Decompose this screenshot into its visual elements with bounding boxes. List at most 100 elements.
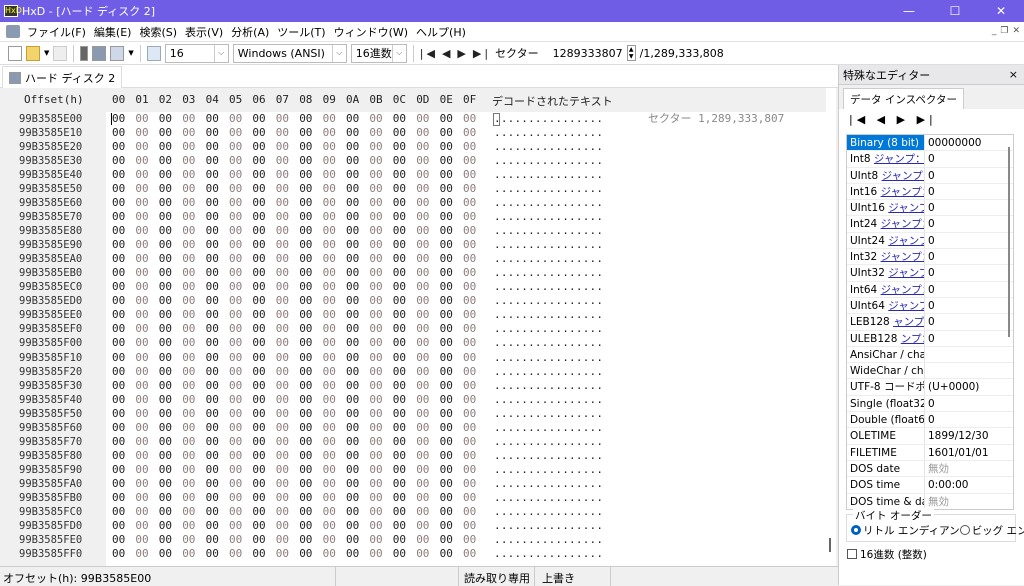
hex-byte[interactable]: 00 (112, 126, 125, 140)
hex-byte[interactable]: 00 (416, 505, 429, 519)
hex-byte[interactable]: 00 (206, 182, 219, 196)
decoded-text[interactable]: ................ (494, 294, 603, 308)
hex-byte[interactable]: 00 (393, 407, 406, 421)
bytes-per-row-select[interactable]: 16 ⌵ (164, 43, 229, 63)
hex-byte[interactable]: 00 (112, 421, 125, 435)
hex-byte[interactable]: 00 (252, 308, 265, 322)
hex-byte[interactable]: 00 (135, 112, 148, 126)
hex-byte[interactable]: 00 (393, 463, 406, 477)
hex-byte[interactable]: 00 (463, 505, 476, 519)
hex-byte[interactable]: 00 (299, 351, 312, 365)
hex-byte[interactable]: 00 (346, 491, 359, 505)
hex-byte[interactable]: 00 (346, 308, 359, 322)
hex-byte[interactable]: 00 (276, 351, 289, 365)
jump-link[interactable]: ャンプ： (893, 316, 924, 328)
hex-byte[interactable]: 00 (323, 365, 336, 379)
hex-byte[interactable]: 00 (299, 463, 312, 477)
hex-byte[interactable]: 00 (135, 322, 148, 336)
hex-byte[interactable]: 00 (229, 393, 242, 407)
hex-byte[interactable]: 00 (159, 336, 172, 350)
hex-byte[interactable]: 00 (463, 280, 476, 294)
hex-byte[interactable]: 00 (323, 308, 336, 322)
mdi-restore-icon[interactable]: ❐ (1000, 26, 1008, 36)
hex-byte[interactable]: 00 (135, 266, 148, 280)
hex-byte[interactable]: 00 (323, 477, 336, 491)
hex-byte[interactable]: 00 (393, 252, 406, 266)
inspector-row[interactable]: Single (float32) 0 (847, 395, 1013, 413)
hex-byte[interactable]: 00 (323, 491, 336, 505)
hex-byte[interactable]: 00 (416, 336, 429, 350)
hex-byte[interactable]: 00 (276, 168, 289, 182)
hex-byte[interactable]: 00 (276, 280, 289, 294)
hex-byte[interactable]: 00 (206, 126, 219, 140)
hex-byte[interactable]: 00 (206, 140, 219, 154)
hex-byte[interactable]: 00 (440, 238, 453, 252)
hex-byte[interactable]: 00 (440, 224, 453, 238)
inspector-value[interactable]: 1601/01/01 (925, 445, 1013, 460)
maximize-button[interactable]: ☐ (932, 0, 978, 22)
hex-byte[interactable]: 00 (299, 168, 312, 182)
hex-byte[interactable]: 00 (323, 421, 336, 435)
hex-byte[interactable]: 00 (229, 379, 242, 393)
hex-byte[interactable]: 00 (229, 533, 242, 547)
hex-byte[interactable]: 00 (346, 365, 359, 379)
inspector-value[interactable]: 0 (925, 314, 1013, 329)
hex-byte[interactable]: 00 (369, 196, 382, 210)
inspector-row[interactable]: DOS time 0:00:00 (847, 477, 1013, 494)
inspector-row[interactable]: Int32 ジャンプ：0 (847, 249, 1013, 266)
hex-byte[interactable]: 00 (276, 154, 289, 168)
hex-byte[interactable]: 00 (276, 505, 289, 519)
hex-byte[interactable]: 00 (206, 266, 219, 280)
hex-byte[interactable]: 00 (182, 168, 195, 182)
hex-byte[interactable]: 00 (252, 463, 265, 477)
hex-byte[interactable]: 00 (369, 491, 382, 505)
hex-byte[interactable]: 00 (369, 266, 382, 280)
decoded-text[interactable]: ................ (494, 168, 603, 182)
hex-byte[interactable]: 00 (159, 140, 172, 154)
hex-byte[interactable]: 00 (206, 365, 219, 379)
hex-byte[interactable]: 00 (299, 491, 312, 505)
hex-byte[interactable]: 00 (393, 435, 406, 449)
hex-byte[interactable]: 00 (416, 168, 429, 182)
hex-byte[interactable]: 00 (135, 435, 148, 449)
hex-byte[interactable]: 00 (416, 126, 429, 140)
hex-byte[interactable]: 00 (440, 112, 453, 126)
hex-byte[interactable]: 00 (112, 322, 125, 336)
hex-byte[interactable]: 00 (346, 196, 359, 210)
hex-byte[interactable]: 00 (135, 463, 148, 477)
hex-byte[interactable]: 00 (112, 308, 125, 322)
hex-byte[interactable]: 00 (369, 519, 382, 533)
inspector-row[interactable]: WideChar / cha (847, 363, 1013, 380)
hex-byte[interactable]: 00 (252, 168, 265, 182)
hex-byte[interactable]: 00 (393, 266, 406, 280)
hex-byte[interactable]: 00 (159, 112, 172, 126)
hex-byte[interactable]: 00 (112, 477, 125, 491)
hex-byte[interactable]: 00 (440, 252, 453, 266)
inspector-value[interactable]: 0 (925, 233, 1013, 248)
hex-byte[interactable]: 00 (416, 491, 429, 505)
hex-byte[interactable]: 00 (206, 336, 219, 350)
hex-byte[interactable]: 00 (440, 449, 453, 463)
hex-byte[interactable]: 00 (463, 421, 476, 435)
hex-byte[interactable]: 00 (135, 196, 148, 210)
decoded-text[interactable]: ................ (494, 533, 603, 547)
chevron-down-icon[interactable]: ⌵ (391, 44, 406, 62)
jump-link[interactable]: ジャンプ： (888, 267, 924, 279)
hex-byte[interactable]: 00 (206, 238, 219, 252)
hex-byte[interactable]: 00 (346, 533, 359, 547)
hex-byte[interactable]: 00 (323, 449, 336, 463)
hex-byte[interactable]: 00 (323, 140, 336, 154)
hex-byte[interactable]: 00 (182, 379, 195, 393)
decoded-text[interactable]: ................ (494, 505, 603, 519)
hex-byte[interactable]: 00 (276, 421, 289, 435)
hex-byte[interactable]: 00 (393, 210, 406, 224)
decoded-text[interactable]: ................ (494, 519, 603, 533)
hex-byte[interactable]: 00 (369, 547, 382, 561)
inspector-row[interactable]: AnsiChar / cha (847, 346, 1013, 364)
hex-byte[interactable]: 00 (159, 421, 172, 435)
hex-byte[interactable]: 00 (182, 112, 195, 126)
hex-byte[interactable]: 00 (369, 393, 382, 407)
hex-byte[interactable]: 00 (463, 252, 476, 266)
hex-byte[interactable]: 00 (369, 168, 382, 182)
hex-byte[interactable]: 00 (135, 294, 148, 308)
